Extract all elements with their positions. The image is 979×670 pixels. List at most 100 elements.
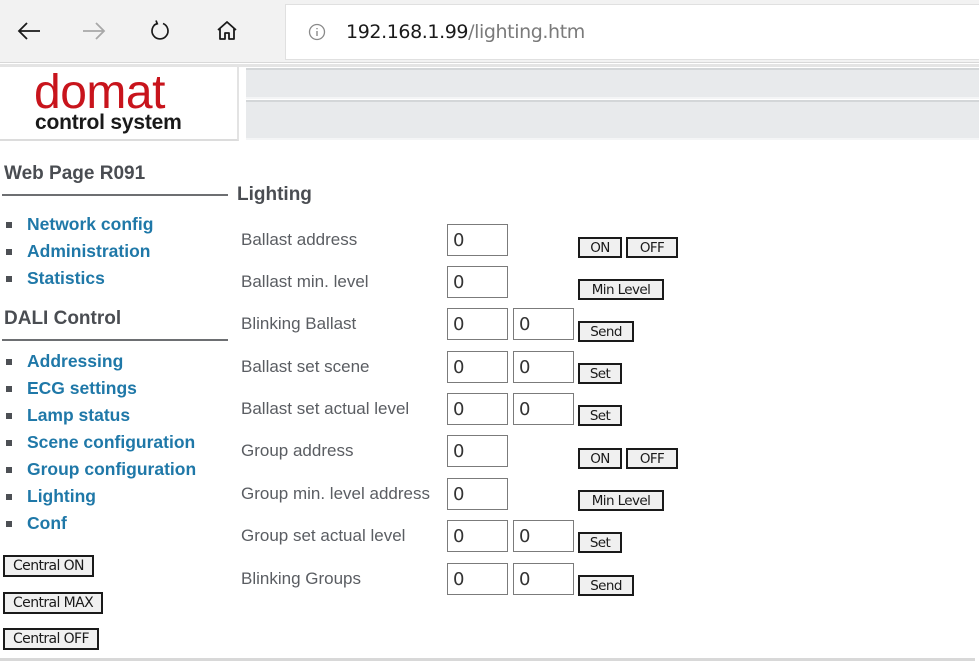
row-blinking-ballast: Blinking Ballast Send	[241, 308, 701, 342]
sidebar-link[interactable]: Administration	[27, 241, 150, 262]
bullet-icon	[6, 358, 12, 365]
sidebar-link[interactable]: Addressing	[27, 351, 123, 372]
bullet-icon	[6, 466, 12, 473]
ballast-set-scene-button[interactable]: Set	[578, 363, 622, 384]
blinking-groups-input-2[interactable]	[513, 563, 574, 595]
row-ballast-set-scene: Ballast set scene Set	[241, 351, 701, 385]
blinking-ballast-input-1[interactable]	[447, 308, 508, 340]
sidebar-section-title: Web Page R091	[4, 163, 146, 184]
bullet-icon	[6, 275, 12, 282]
central-on-button[interactable]: Central ON	[3, 555, 94, 577]
sidebar-item-lamp-status: Lamp status	[4, 402, 196, 429]
row-label: Blinking Ballast	[241, 314, 357, 333]
central-off-button[interactable]: Central OFF	[3, 628, 99, 650]
ballast-off-button[interactable]: OFF	[626, 237, 678, 258]
group-level-input-1[interactable]	[447, 520, 508, 552]
home-icon	[217, 21, 237, 40]
bullet-icon	[6, 412, 12, 419]
sidebar-item-statistics: Statistics	[4, 265, 153, 292]
ballast-scene-input-1[interactable]	[447, 351, 508, 383]
group-on-button[interactable]: ON	[578, 448, 622, 469]
ballast-on-button[interactable]: ON	[578, 237, 622, 258]
footer-divider	[0, 658, 975, 661]
sidebar-divider	[2, 194, 228, 196]
ballast-level-input-1[interactable]	[447, 393, 508, 425]
group-set-level-button[interactable]: Set	[578, 532, 622, 553]
ballast-level-input-2[interactable]	[513, 393, 574, 425]
row-label: Ballast min. level	[241, 272, 369, 291]
arrow-left-icon	[17, 22, 40, 40]
ballast-set-level-button[interactable]: Set	[578, 405, 622, 426]
ballast-min-level-input[interactable]	[447, 266, 508, 298]
browser-toolbar: 192.168.1.99/lighting.htm	[0, 0, 979, 63]
blinking-groups-send-button[interactable]: Send	[578, 575, 634, 596]
sidebar-link[interactable]: Lamp status	[27, 405, 130, 426]
ballast-address-input[interactable]	[447, 224, 508, 256]
sidebar-menu-web: Network config Administration Statistics	[4, 211, 153, 292]
forward-button[interactable]	[79, 14, 109, 48]
sidebar-link[interactable]: Statistics	[27, 268, 105, 289]
group-off-button[interactable]: OFF	[626, 448, 678, 469]
bullet-icon	[6, 248, 12, 255]
sidebar-link[interactable]: ECG settings	[27, 378, 137, 399]
sidebar-link[interactable]: Conf	[27, 513, 67, 534]
logo: domat control system	[0, 66, 239, 141]
sidebar-item-scene-configuration: Scene configuration	[4, 429, 196, 456]
address-bar[interactable]: 192.168.1.99/lighting.htm	[285, 4, 979, 60]
row-group-min-level: Group min. level address Min Level	[241, 478, 701, 512]
row-label: Group min. level address	[241, 484, 430, 503]
url-text[interactable]: 192.168.1.99/lighting.htm	[346, 21, 585, 43]
info-icon[interactable]	[308, 23, 326, 41]
sidebar-link[interactable]: Group configuration	[27, 459, 196, 480]
bullet-icon	[6, 385, 12, 392]
row-label: Group address	[241, 441, 354, 460]
back-button[interactable]	[14, 14, 44, 48]
blinking-groups-input-1[interactable]	[447, 563, 508, 595]
header-bar-top	[246, 68, 979, 99]
group-min-level-button[interactable]: Min Level	[578, 490, 664, 511]
sidebar-divider	[2, 339, 228, 341]
bullet-icon	[6, 520, 12, 527]
bullet-icon	[6, 493, 12, 500]
sidebar-item-network-config: Network config	[4, 211, 153, 238]
row-ballast-address: Ballast address ON OFF	[241, 224, 701, 258]
row-label: Ballast set actual level	[241, 399, 410, 418]
sidebar-item-administration: Administration	[4, 238, 153, 265]
row-ballast-set-actual-level: Ballast set actual level Set	[241, 393, 701, 427]
page-title: Lighting	[237, 184, 312, 205]
ballast-scene-input-2[interactable]	[513, 351, 574, 383]
row-blinking-groups: Blinking Groups Send	[241, 563, 701, 597]
blinking-ballast-send-button[interactable]: Send	[578, 321, 634, 342]
sidebar-link[interactable]: Network config	[27, 214, 153, 235]
logo-sub-text: control system	[35, 111, 182, 134]
home-button[interactable]	[212, 14, 242, 48]
header-bar-bottom	[246, 100, 979, 140]
sidebar-link[interactable]: Lighting	[27, 486, 96, 507]
refresh-icon	[151, 20, 169, 40]
sidebar-item-lighting: Lighting	[4, 483, 196, 510]
row-group-set-actual-level: Group set actual level Set	[241, 520, 701, 554]
group-min-level-input[interactable]	[447, 478, 508, 510]
group-address-input[interactable]	[447, 435, 508, 467]
sidebar-item-conf: Conf	[4, 510, 196, 537]
blinking-ballast-input-2[interactable]	[513, 308, 574, 340]
sidebar-item-addressing: Addressing	[4, 348, 196, 375]
row-label: Group set actual level	[241, 526, 406, 545]
row-label: Ballast set scene	[241, 357, 370, 376]
bullet-icon	[6, 221, 12, 228]
refresh-button[interactable]	[145, 14, 175, 48]
row-ballast-min-level: Ballast min. level Min Level	[241, 266, 701, 300]
row-group-address: Group address ON OFF	[241, 435, 701, 469]
arrow-right-icon	[83, 22, 106, 40]
sidebar-menu-dali: Addressing ECG settings Lamp status Scen…	[4, 348, 196, 537]
sidebar-item-ecg-settings: ECG settings	[4, 375, 196, 402]
bullet-icon	[6, 439, 12, 446]
row-label: Blinking Groups	[241, 569, 362, 588]
sidebar-item-group-configuration: Group configuration	[4, 456, 196, 483]
central-max-button[interactable]: Central MAX	[3, 592, 104, 614]
row-label: Ballast address	[241, 230, 358, 249]
ballast-min-level-button[interactable]: Min Level	[578, 279, 664, 300]
sidebar-link[interactable]: Scene configuration	[27, 432, 195, 453]
sidebar-section-title: DALI Control	[4, 308, 122, 329]
group-level-input-2[interactable]	[513, 520, 574, 552]
